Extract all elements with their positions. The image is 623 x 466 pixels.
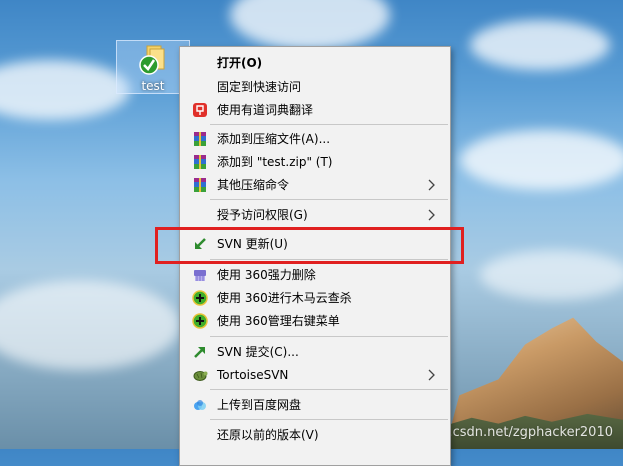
background-cloud bbox=[470, 20, 610, 70]
winrar-archive-icon bbox=[194, 155, 206, 169]
background-cloud bbox=[0, 60, 130, 120]
highlight-box bbox=[155, 227, 464, 264]
background-cloud bbox=[480, 250, 623, 300]
menu-item-label: 授予访问权限(G) bbox=[217, 208, 308, 222]
background-cloud bbox=[460, 130, 623, 190]
menu-item-label: 使用有道词典翻译 bbox=[217, 103, 314, 117]
360-shred-icon bbox=[194, 270, 206, 281]
menu-item-label: TortoiseSVN bbox=[217, 368, 289, 382]
menu-item-tortoisesvn[interactable]: TortoiseSVN bbox=[180, 364, 450, 386]
menu-item-label: 打开(O) bbox=[217, 56, 263, 70]
menu-item-add-to-archive[interactable]: 添加到压缩文件(A)... bbox=[180, 128, 450, 150]
menu-item-baidu-netdisk-upload[interactable]: 上传到百度网盘 bbox=[180, 394, 450, 416]
menu-item-open[interactable]: 打开(O) bbox=[180, 52, 450, 74]
menu-item-youdao-translate[interactable]: 使用有道词典翻译 bbox=[180, 99, 450, 121]
menu-item-add-to-test-zip[interactable]: 添加到 "test.zip" (T) bbox=[180, 151, 450, 173]
menu-item-other-compress-commands[interactable]: 其他压缩命令 bbox=[180, 174, 450, 196]
menu-item-label: 还原以前的版本(V) bbox=[217, 428, 319, 442]
baidu-netdisk-icon bbox=[194, 400, 206, 410]
menu-separator bbox=[210, 419, 448, 420]
menu-item-label: 使用 360强力删除 bbox=[217, 268, 316, 282]
menu-separator bbox=[210, 124, 448, 125]
menu-item-label: 添加到压缩文件(A)... bbox=[217, 132, 331, 146]
menu-item-label: 使用 360管理右键菜单 bbox=[217, 314, 340, 328]
background-cloud bbox=[230, 0, 390, 50]
chevron-right-icon bbox=[428, 369, 435, 381]
winrar-archive-icon bbox=[194, 132, 206, 146]
menu-item-grant-access[interactable]: 授予访问权限(G) bbox=[180, 204, 450, 226]
chevron-right-icon bbox=[428, 209, 435, 221]
menu-item-label: 添加到 "test.zip" (T) bbox=[217, 155, 333, 169]
menu-item-label: SVN 提交(C)... bbox=[217, 345, 299, 359]
menu-item-label: 固定到快速访问 bbox=[217, 80, 302, 94]
menu-separator bbox=[210, 199, 448, 200]
winrar-archive-icon bbox=[194, 178, 206, 192]
svn-folder-icon bbox=[139, 45, 165, 75]
menu-separator bbox=[210, 389, 448, 390]
360-security-icon bbox=[192, 313, 208, 329]
menu-item-label: 上传到百度网盘 bbox=[217, 398, 302, 412]
menu-item-pin-quick-access[interactable]: 固定到快速访问 bbox=[180, 76, 450, 98]
360-security-icon bbox=[192, 290, 208, 306]
menu-separator bbox=[210, 336, 448, 337]
menu-item-360-manage-context-menu[interactable]: 使用 360管理右键菜单 bbox=[180, 310, 450, 332]
tortoisesvn-icon bbox=[193, 371, 208, 381]
svn-commit-icon bbox=[194, 347, 205, 358]
menu-item-label: 其他压缩命令 bbox=[217, 178, 290, 192]
chevron-right-icon bbox=[428, 179, 435, 191]
menu-item-svn-commit[interactable]: SVN 提交(C)... bbox=[180, 341, 450, 363]
menu-item-360-force-delete[interactable]: 使用 360强力删除 bbox=[180, 264, 450, 286]
menu-item-360-trojan-scan[interactable]: 使用 360进行木马云查杀 bbox=[180, 287, 450, 309]
menu-item-label: 使用 360进行木马云查杀 bbox=[217, 291, 352, 305]
menu-item-restore-previous-versions[interactable]: 还原以前的版本(V) bbox=[180, 424, 450, 446]
background-cloud bbox=[0, 280, 180, 370]
youdao-dict-icon bbox=[193, 103, 207, 117]
